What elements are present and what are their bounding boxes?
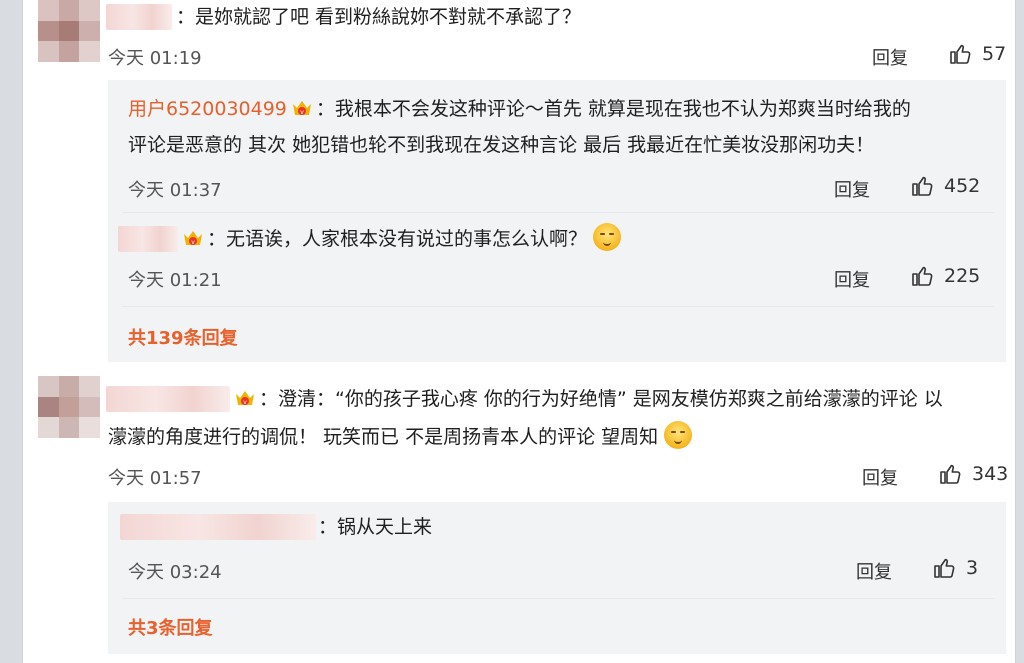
thumbs-up-icon [912, 266, 933, 286]
like-button[interactable]: 343 [938, 462, 1008, 486]
vip-badge-icon: v [236, 391, 254, 406]
divider [122, 598, 994, 599]
avatar[interactable] [38, 376, 100, 438]
more-replies-link[interactable]: 共139条回复 [128, 324, 238, 350]
like-button[interactable]: 452 [910, 174, 980, 198]
comment-text: v ：澄清：“你的孩子我心疼 你的行为好绝情” 是网友模仿郑爽之前给濛濛的评论 以 [230, 380, 943, 418]
vip-badge-icon: v [184, 231, 202, 246]
subreply-time: 今天 01:37 [128, 180, 222, 201]
reply-button[interactable]: 回复 [856, 558, 892, 584]
subreply-text: 用户6520030499 v ：我根本不会发这种评论～首先 就算是现在我也不认为郑爽… [128, 98, 911, 120]
username-blurred[interactable] [106, 386, 230, 412]
divider [122, 306, 994, 307]
svg-text:v: v [300, 109, 304, 116]
thumbs-up-icon [950, 44, 971, 64]
username-blurred[interactable] [106, 4, 172, 30]
like-count: 57 [982, 43, 1007, 65]
divider [122, 212, 994, 213]
comment-time: 今天 01:57 [108, 468, 202, 489]
reply-button[interactable]: 回复 [834, 266, 870, 292]
subreply-text: v ：无语诶，人家根本没有说过的事怎么认啊？ [178, 220, 622, 258]
like-count: 452 [944, 175, 981, 197]
username-blurred[interactable] [120, 514, 316, 540]
emoji-icon [593, 223, 622, 251]
comment-text: ：是妳就認了吧 看到粉絲說妳不對就不承認了？ [176, 6, 582, 28]
subreply-time: 今天 03:24 [128, 562, 222, 583]
username-blurred[interactable] [118, 226, 178, 252]
like-count: 225 [944, 265, 981, 287]
comment-time: 今天 01:19 [108, 48, 202, 69]
subreply-username[interactable]: 用户6520030499 [128, 98, 287, 120]
like-button[interactable]: 225 [910, 264, 980, 288]
like-count: 3 [966, 557, 979, 579]
emoji-icon [664, 421, 693, 449]
like-button[interactable]: 3 [932, 556, 978, 580]
svg-text:v: v [191, 239, 195, 246]
thumbs-up-icon [912, 176, 933, 196]
more-replies-link[interactable]: 共3条回复 [128, 614, 213, 640]
reply-button[interactable]: 回复 [834, 176, 870, 202]
like-count: 343 [972, 463, 1009, 485]
avatar[interactable] [38, 0, 100, 62]
comment-text-line2: 濛濛的角度进行的调侃！ 玩笑而已 不是周扬青本人的评论 望周知 [108, 418, 693, 456]
svg-text:v: v [243, 399, 247, 406]
thumbs-up-icon [940, 464, 961, 484]
subreply-text: ：锅从天上来 [318, 516, 433, 538]
thumbs-up-icon [934, 558, 955, 578]
subreply-time: 今天 01:21 [128, 270, 222, 291]
reply-button[interactable]: 回复 [872, 44, 908, 70]
reply-button[interactable]: 回复 [862, 464, 898, 490]
like-button[interactable]: 57 [948, 42, 1006, 66]
vip-badge-icon: v [292, 101, 311, 116]
subreply-text-line2: 评论是恶意的 其次 她犯错也轮不到我现在发这种言论 最后 我最近在忙美妆没那闲功… [128, 134, 875, 156]
